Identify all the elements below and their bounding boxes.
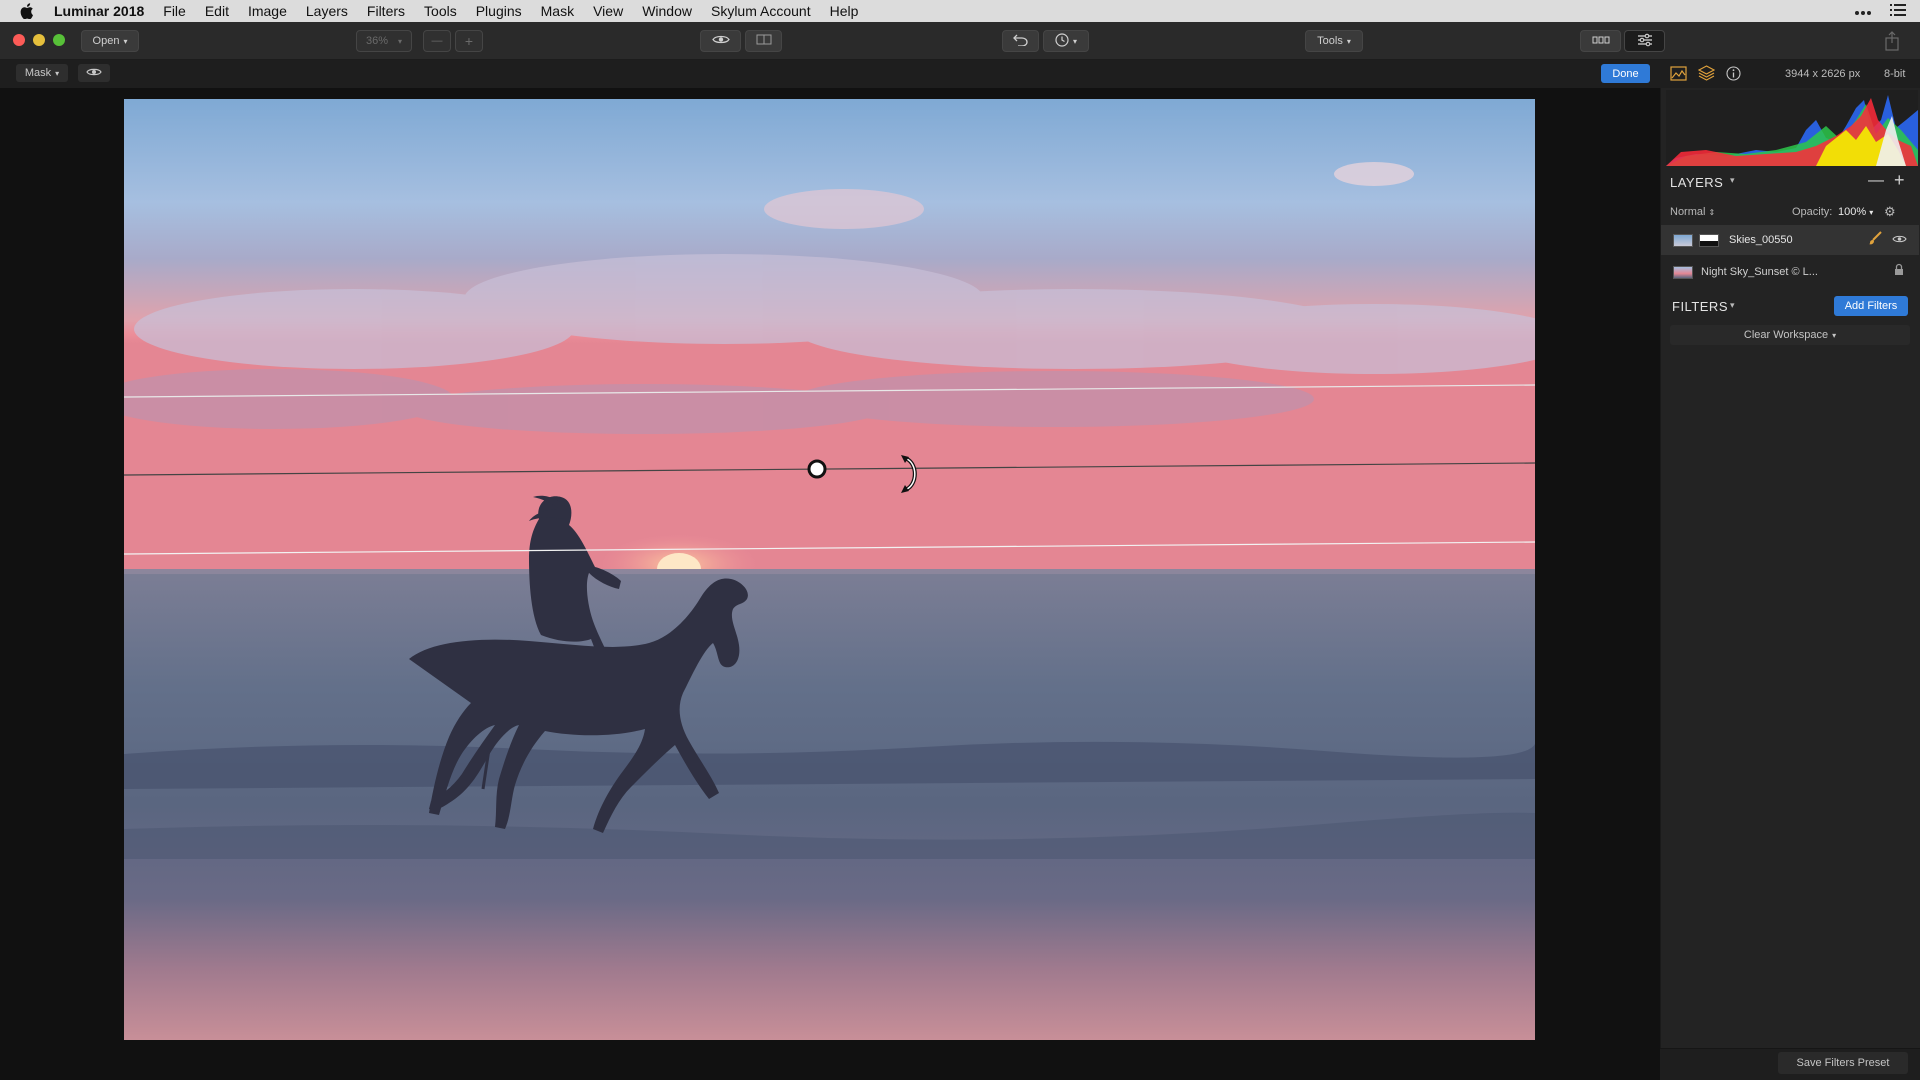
more-dots-icon[interactable] [1854,3,1872,19]
layer-mask-thumbnail [1699,233,1719,247]
chevron-down-icon: ▾ [1346,36,1351,46]
histogram [1666,90,1918,166]
menu-file[interactable]: File [163,3,186,19]
zoom-out-button[interactable]: — [423,30,451,52]
layer-visibility-eye-icon[interactable] [1892,231,1907,249]
zoom-out-label: — [431,35,443,47]
zoom-in-button[interactable]: + [455,30,483,52]
menu-help[interactable]: Help [830,3,859,19]
lock-icon [1894,263,1904,281]
chevron-down-icon: ▾ [398,36,403,46]
chevron-down-icon: ▾ [55,68,60,78]
done-label: Done [1612,67,1639,80]
open-button[interactable]: Open ▾ [81,30,139,52]
layer-name: Skies_00550 [1729,234,1793,246]
clear-workspace-dropdown[interactable]: Clear Workspace ▾ [1670,325,1910,345]
blend-mode-value: Normal [1670,206,1706,218]
updown-chevron-icon: ⇕ [1708,208,1716,217]
apple-logo-icon[interactable] [16,0,38,22]
layer-thumbnail [1673,233,1693,247]
preview-toggle-button[interactable] [700,30,741,52]
sliders-icon [1637,33,1653,50]
histogram-toggle-icon[interactable] [1670,66,1687,86]
opacity-label: Opacity: [1792,206,1833,218]
undo-button[interactable] [1002,30,1039,52]
menu-skylum-account[interactable]: Skylum Account [711,3,811,19]
share-icon[interactable] [1884,31,1900,56]
filmstrip-toggle-button[interactable] [1580,30,1621,52]
photo-preview[interactable] [124,99,1535,1040]
mask-label: Mask [24,67,52,79]
zoom-window-button[interactable] [53,34,65,46]
history-button[interactable]: ▾ [1043,30,1089,52]
eye-icon [86,67,102,80]
menu-window[interactable]: Window [642,3,692,19]
menu-edit[interactable]: Edit [205,3,229,19]
chevron-down-icon: ▾ [1072,36,1077,46]
zoom-in-label: + [464,33,474,49]
layer-row[interactable]: Skies_00550 [1661,225,1919,255]
menu-mask[interactable]: Mask [541,3,574,19]
menu-view[interactable]: View [593,3,623,19]
sunset-horse-photo [124,99,1535,1040]
save-filters-preset-button[interactable]: Save Filters Preset [1778,1052,1908,1074]
opacity-select[interactable]: 100% ▾ [1838,206,1873,218]
layer-name: Night Sky_Sunset © L... [1701,266,1818,278]
menu-filters[interactable]: Filters [367,3,405,19]
add-layer-button[interactable]: + [1894,170,1905,191]
undo-icon [1013,34,1028,49]
add-filters-label: Add Filters [1844,300,1898,312]
mask-dropdown[interactable]: Mask ▾ [16,64,68,82]
zoom-level-select[interactable]: 36% ▾ [356,30,412,52]
layers-title[interactable]: LAYERS [1670,175,1723,190]
add-filters-button[interactable]: Add Filters [1834,296,1908,316]
minimize-window-button[interactable] [33,34,45,46]
info-icon[interactable] [1726,66,1741,86]
image-dimensions: 3944 x 2626 px [1785,68,1861,80]
layer-settings-gear-icon[interactable]: ⚙ [1884,204,1896,220]
chevron-down-icon[interactable]: ▾ [1730,175,1735,186]
done-button[interactable]: Done [1601,64,1650,83]
menu-image[interactable]: Image [248,3,287,19]
clear-workspace-label: Clear Workspace [1743,329,1829,341]
eye-icon [711,34,730,48]
tools-label: Tools [1317,35,1343,47]
menu-app-name[interactable]: Luminar 2018 [54,3,144,19]
open-label: Open [92,35,120,47]
blend-mode-select[interactable]: Normal ⇕ [1670,206,1715,218]
chevron-down-icon: ▾ [123,36,128,46]
split-view-icon [756,34,772,48]
layer-thumbnail [1673,265,1693,279]
chevron-down-icon: ▾ [1832,330,1837,340]
menu-plugins[interactable]: Plugins [476,3,522,19]
layer-row[interactable]: Night Sky_Sunset © L... [1661,257,1919,287]
bit-depth: 8-bit [1884,68,1906,80]
adjustments-toggle-button[interactable] [1624,30,1665,52]
layers-stack-icon[interactable] [1697,65,1716,86]
brush-icon[interactable] [1868,230,1882,250]
gradient-center-handle [807,459,827,479]
menu-bar: Luminar 2018 File Edit Image Layers Filt… [0,0,1920,22]
menu-tools[interactable]: Tools [424,3,457,19]
tools-button[interactable]: Tools ▾ [1305,30,1363,52]
notification-list-icon[interactable] [1890,3,1906,19]
compare-button[interactable] [745,30,782,52]
filters-title[interactable]: FILTERS [1672,299,1728,314]
chevron-down-icon: ▾ [1869,208,1874,217]
save-filters-preset-label: Save Filters Preset [1796,1057,1890,1069]
menu-layers[interactable]: Layers [306,3,348,19]
opacity-value: 100% [1838,206,1867,218]
remove-layer-button[interactable]: — [1868,172,1884,190]
chevron-down-icon[interactable]: ▾ [1730,300,1735,311]
filmstrip-icon [1592,35,1610,48]
close-window-button[interactable] [13,34,25,46]
clock-icon [1055,32,1069,50]
mask-visibility-button[interactable] [78,64,110,82]
zoom-level-value: 36% [365,35,388,47]
